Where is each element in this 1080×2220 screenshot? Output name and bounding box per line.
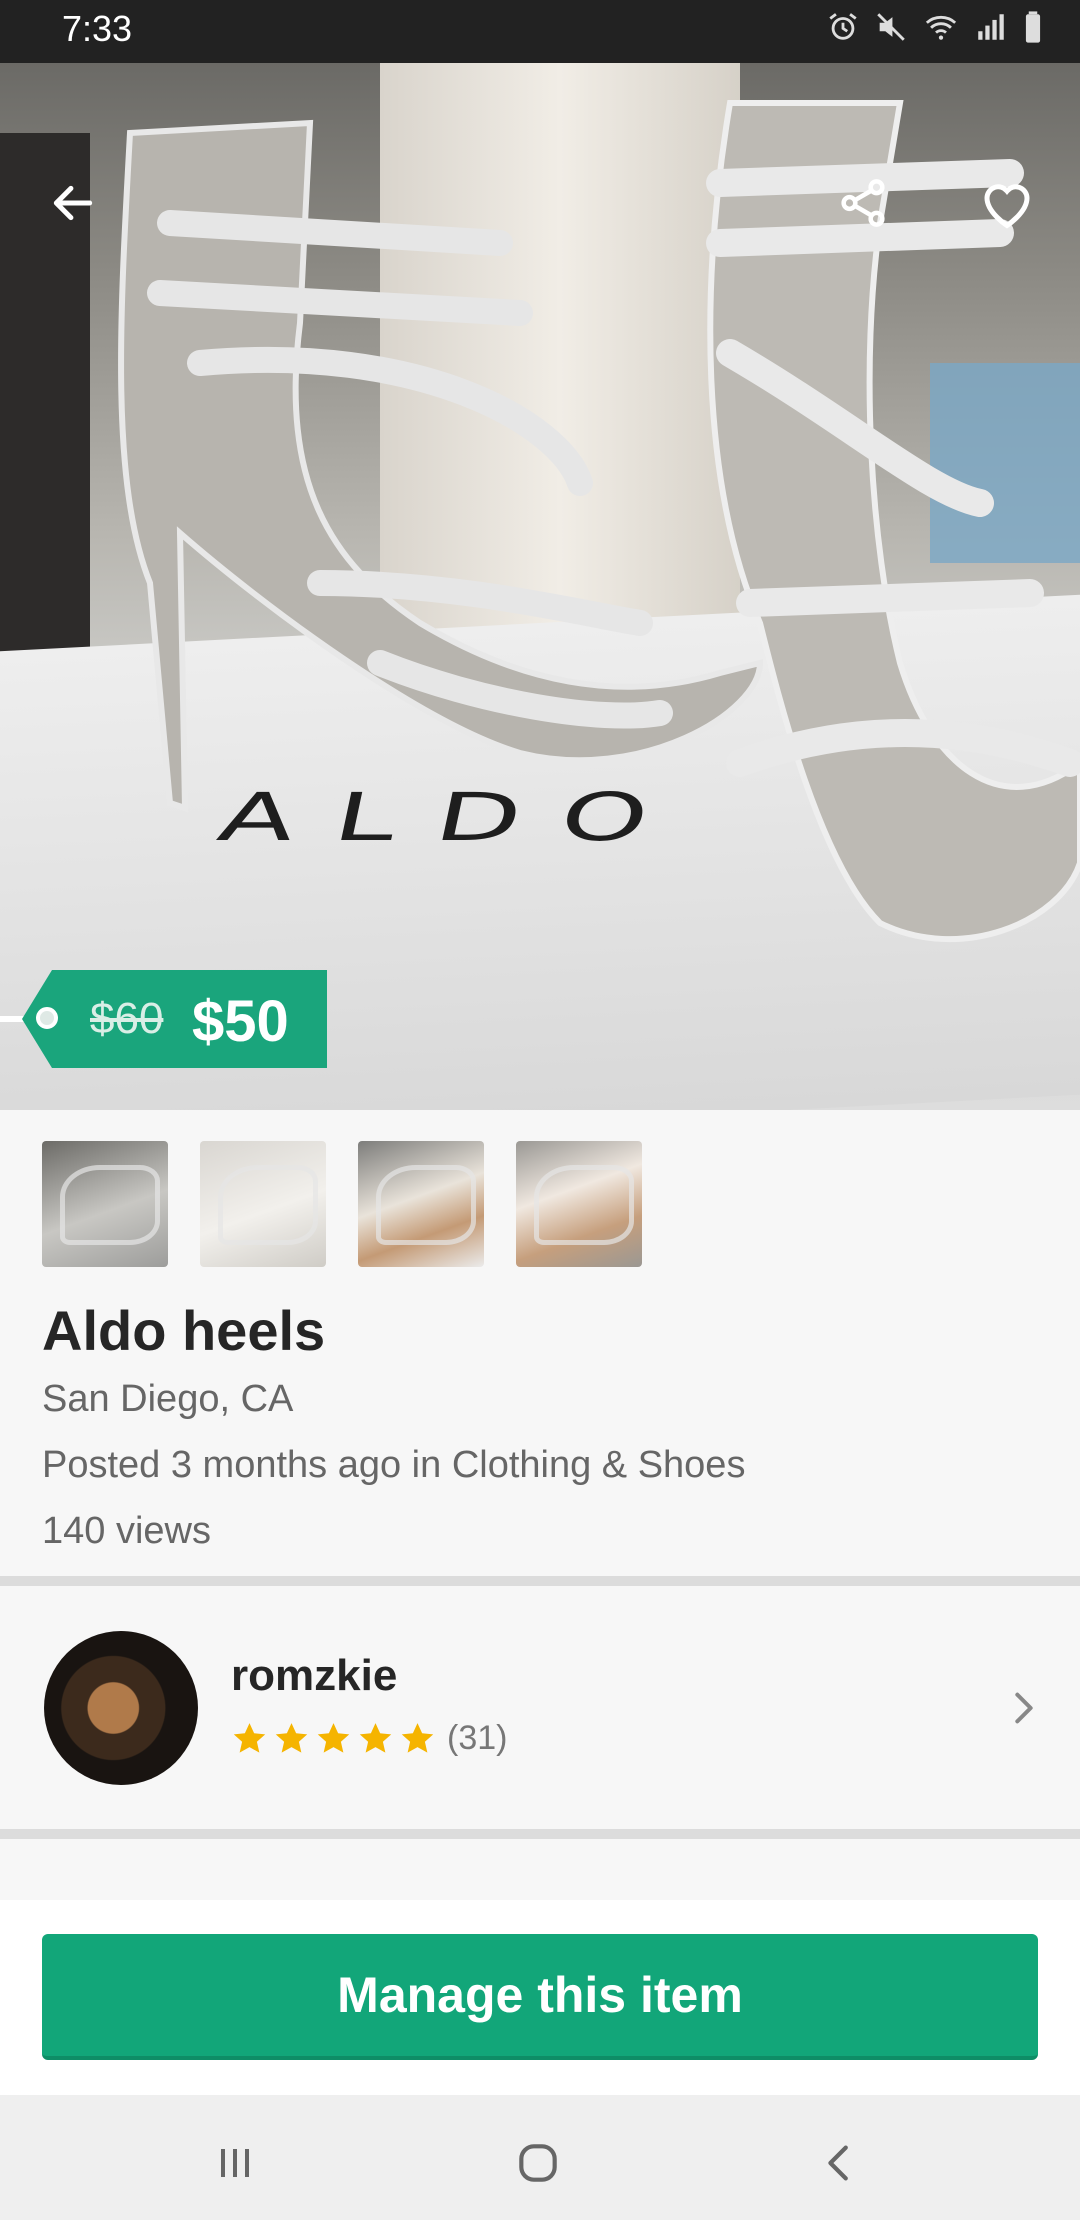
rating-count: (31): [447, 1719, 508, 1757]
current-price: $50: [192, 989, 289, 1054]
seller-row[interactable]: romzkie (31): [0, 1586, 1080, 1829]
seller-avatar[interactable]: [44, 1631, 198, 1785]
listing-posted: Posted 3 months ago in Clothing & Shoes: [42, 1444, 746, 1486]
home-button[interactable]: [508, 2133, 568, 2193]
signal-icon: [978, 14, 1004, 40]
thumbnail-1[interactable]: [42, 1141, 168, 1267]
section-divider: [0, 1829, 1080, 1839]
manage-item-button[interactable]: Manage this item: [42, 1934, 1038, 2060]
favorite-button[interactable]: [972, 168, 1042, 238]
star-icon: [275, 1723, 308, 1753]
back-arrow-icon: [53, 185, 93, 221]
heart-icon: [984, 184, 1030, 229]
alarm-icon: [829, 13, 857, 40]
share-button[interactable]: [828, 168, 898, 238]
action-bar: Manage this item: [0, 1900, 1080, 2095]
back-button[interactable]: [810, 2133, 870, 2193]
recent-apps-button[interactable]: [205, 2133, 265, 2193]
star-icon: [401, 1723, 434, 1753]
price-tag: $60 $50: [22, 970, 327, 1068]
heels-illustration: [118, 100, 1080, 943]
star-icon: [233, 1723, 266, 1753]
star-icon: [317, 1723, 350, 1753]
share-icon: [841, 179, 885, 227]
system-nav-bar: [0, 2095, 1080, 2220]
section-divider: [0, 1576, 1080, 1586]
thumbnail-2[interactable]: [200, 1141, 326, 1267]
thumbnail-strip: [42, 1141, 642, 1267]
mute-icon: [877, 13, 905, 41]
listing-location: San Diego, CA: [42, 1378, 294, 1420]
back-arrow-button[interactable]: [38, 168, 108, 238]
thumbnail-3[interactable]: [358, 1141, 484, 1267]
wifi-icon: [925, 15, 957, 40]
star-icon: [359, 1723, 392, 1753]
seller-name: romzkie: [231, 1651, 398, 1700]
status-time: 7:33: [62, 8, 133, 49]
product-image[interactable]: ALDO: [0, 63, 1080, 1110]
home-icon: [519, 2144, 557, 2182]
battery-icon: [1025, 11, 1041, 43]
chevron-right-icon[interactable]: [1004, 1686, 1044, 1730]
status-bar: 7:33: [0, 0, 1080, 63]
thumbnail-4[interactable]: [516, 1141, 642, 1267]
seller-rating: (31): [231, 1719, 507, 1758]
status-icons: [826, 10, 1044, 44]
listing-title: Aldo heels: [42, 1299, 326, 1362]
price-tag-hole: [36, 1007, 58, 1029]
recent-apps-icon: [221, 2149, 249, 2177]
back-icon: [828, 2145, 848, 2181]
original-price: $60: [90, 994, 164, 1043]
listing-views: 140 views: [42, 1510, 211, 1552]
